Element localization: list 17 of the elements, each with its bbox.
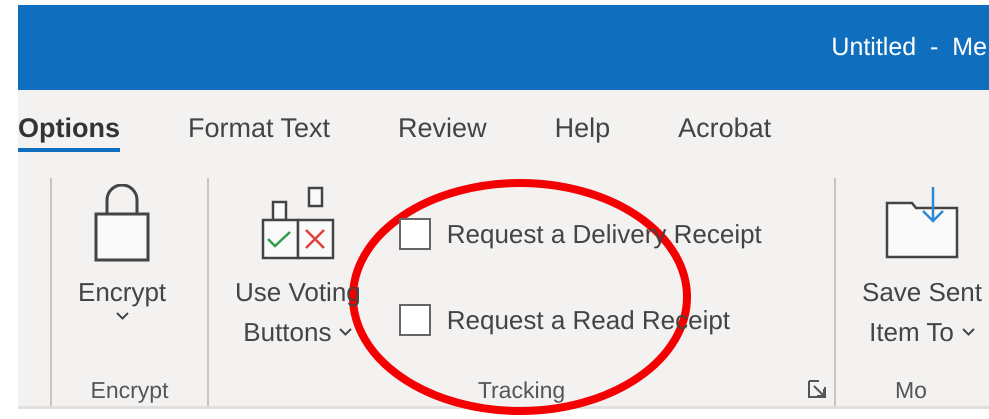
tab[interactable]: Review — [398, 104, 487, 152]
checkbox[interactable] — [398, 304, 431, 336]
ribbon-button[interactable]: Save Sent Item To — [852, 178, 989, 356]
folder-icon — [884, 187, 959, 259]
checkbox[interactable] — [398, 218, 431, 250]
group-label: Mo — [895, 376, 927, 404]
tab[interactable]: Help — [554, 104, 610, 152]
group-label: Encrypt — [90, 376, 168, 404]
tab[interactable]: Acrobat — [678, 104, 772, 152]
ribbon-button[interactable]: Encrypt — [68, 178, 176, 324]
lock-icon — [93, 184, 152, 262]
voting-icon — [260, 186, 335, 260]
tab[interactable]: Options — [18, 104, 120, 152]
group-label: Tracking — [478, 376, 566, 404]
tab[interactable]: Format Text — [188, 104, 330, 152]
dialog-launcher-icon[interactable] — [808, 380, 826, 398]
window-title: Untitled - Me — [831, 33, 988, 62]
